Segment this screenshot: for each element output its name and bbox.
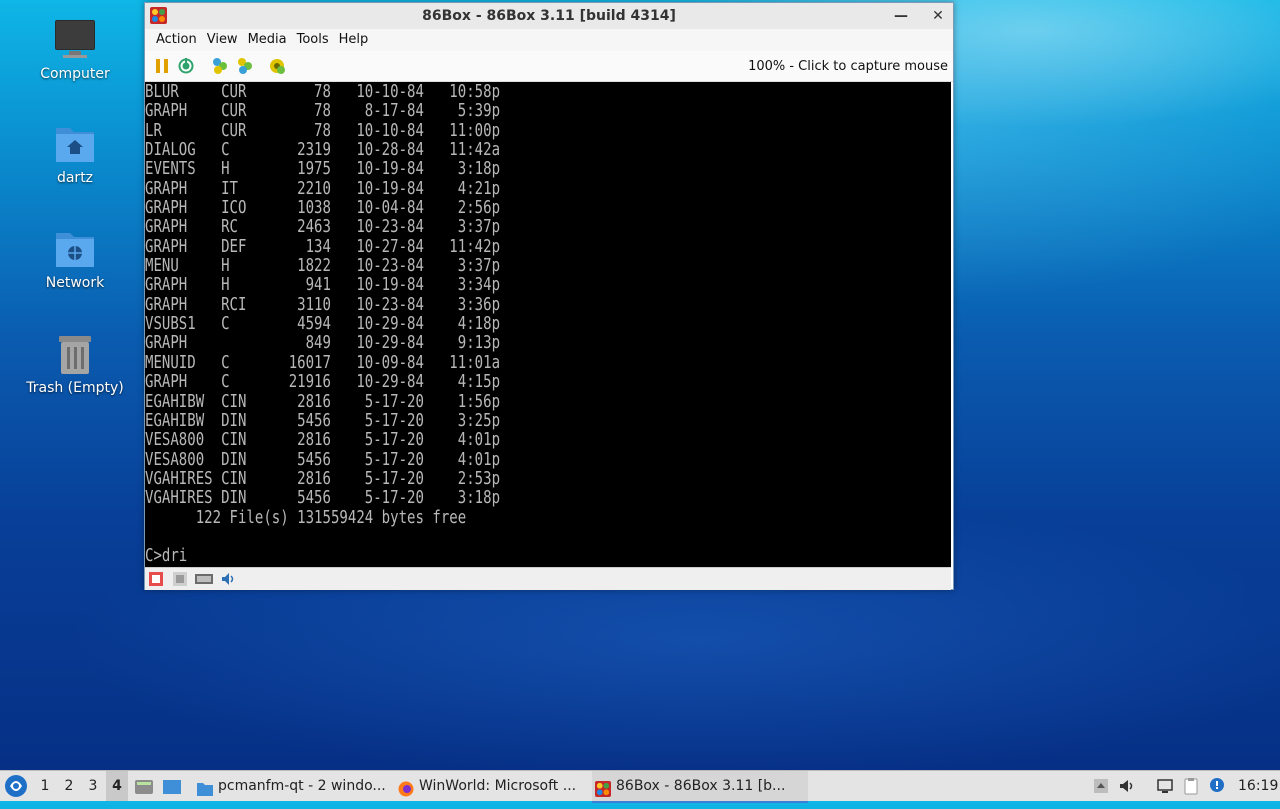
tray-up-arrow-icon[interactable] — [1092, 777, 1110, 795]
menu-action[interactable]: Action — [151, 29, 202, 51]
hard-disk-icon[interactable] — [149, 572, 163, 586]
desktop-icon-home[interactable]: dartz — [20, 122, 130, 186]
task-firefox[interactable]: WinWorld: Microsoft ... — [395, 771, 609, 801]
clipboard-icon[interactable] — [1182, 777, 1200, 795]
clock[interactable]: 16:19 — [1238, 771, 1278, 801]
desktop-icon-trash[interactable]: Trash (Empty) — [20, 332, 130, 396]
emulator-window: 86Box - 86Box 3.11 [build 4314] — ✕ Acti… — [144, 2, 954, 590]
computer-icon — [53, 18, 97, 62]
desktop-switch-4[interactable]: 4 — [106, 771, 128, 801]
ctrl-alt-esc-icon[interactable] — [236, 57, 254, 75]
network-folder-icon — [53, 227, 97, 271]
window-titlebar[interactable]: 86Box - 86Box 3.11 [build 4314] — ✕ — [145, 3, 953, 29]
desktop-icon-label: Network — [45, 275, 105, 291]
volume-icon[interactable] — [1118, 777, 1136, 795]
toolbar: 100% - Click to capture mouse — [145, 51, 953, 82]
capture-status[interactable]: 100% - Click to capture mouse — [748, 59, 948, 74]
floppy-icon[interactable] — [173, 572, 187, 586]
task-86box[interactable]: 86Box - 86Box 3.11 [b... — [592, 771, 808, 803]
firefox-icon — [397, 778, 415, 797]
desktop-icon-computer[interactable]: Computer — [20, 18, 130, 82]
ctrl-alt-del-icon[interactable] — [211, 57, 229, 75]
task-label: WinWorld: Microsoft ... — [419, 778, 577, 794]
desktop-switch-3[interactable]: 3 — [82, 771, 104, 801]
notification-icon[interactable] — [1208, 777, 1226, 795]
task-label: 86Box - 86Box 3.11 [b... — [616, 778, 786, 794]
minimize-button[interactable]: — — [891, 6, 911, 26]
dos-directory-listing: BLUR CUR 78 10-10-84 10:58p GRAPH CUR 78… — [145, 82, 501, 567]
desktop-icon-network[interactable]: Network — [20, 227, 130, 291]
settings-icon[interactable] — [268, 57, 286, 75]
start-menu-icon[interactable] — [4, 774, 28, 798]
menu-view[interactable]: View — [202, 29, 243, 51]
pause-icon[interactable] — [153, 57, 171, 75]
taskbar: 1 2 3 4 pcmanfm-qt - 2 windo... WinWorld… — [0, 770, 1280, 803]
home-folder-icon — [53, 122, 97, 166]
task-pcmanfm[interactable]: pcmanfm-qt - 2 windo... — [194, 771, 408, 801]
close-button[interactable]: ✕ — [928, 6, 948, 26]
emulated-display[interactable]: BLUR CUR 78 10-10-84 10:58p GRAPH CUR 78… — [145, 82, 951, 567]
sound-icon[interactable] — [221, 572, 235, 586]
desktop-switch-2[interactable]: 2 — [58, 771, 80, 801]
reset-icon[interactable] — [177, 57, 195, 75]
show-desktop-icon[interactable] — [134, 777, 154, 795]
menu-tools[interactable]: Tools — [292, 29, 334, 51]
desktop-icon-label: Computer — [40, 66, 110, 82]
menu-help[interactable]: Help — [334, 29, 374, 51]
menu-media[interactable]: Media — [243, 29, 292, 51]
network-status-icon[interactable] — [1156, 777, 1174, 795]
desktop-switch-1[interactable]: 1 — [34, 771, 56, 801]
window-title: 86Box - 86Box 3.11 [build 4314] — [422, 8, 676, 24]
86box-icon — [594, 778, 612, 797]
task-label: pcmanfm-qt - 2 windo... — [218, 778, 386, 794]
menu-bar: Action View Media Tools Help — [145, 29, 953, 51]
file-manager-launcher-icon[interactable] — [162, 777, 182, 795]
folder-icon — [196, 778, 214, 796]
network-card-icon[interactable] — [195, 572, 213, 586]
desktop-icon-label: Trash (Empty) — [26, 380, 124, 396]
trash-icon — [53, 332, 97, 376]
desktop-icon-label: dartz — [56, 170, 94, 186]
status-bar — [145, 567, 951, 590]
